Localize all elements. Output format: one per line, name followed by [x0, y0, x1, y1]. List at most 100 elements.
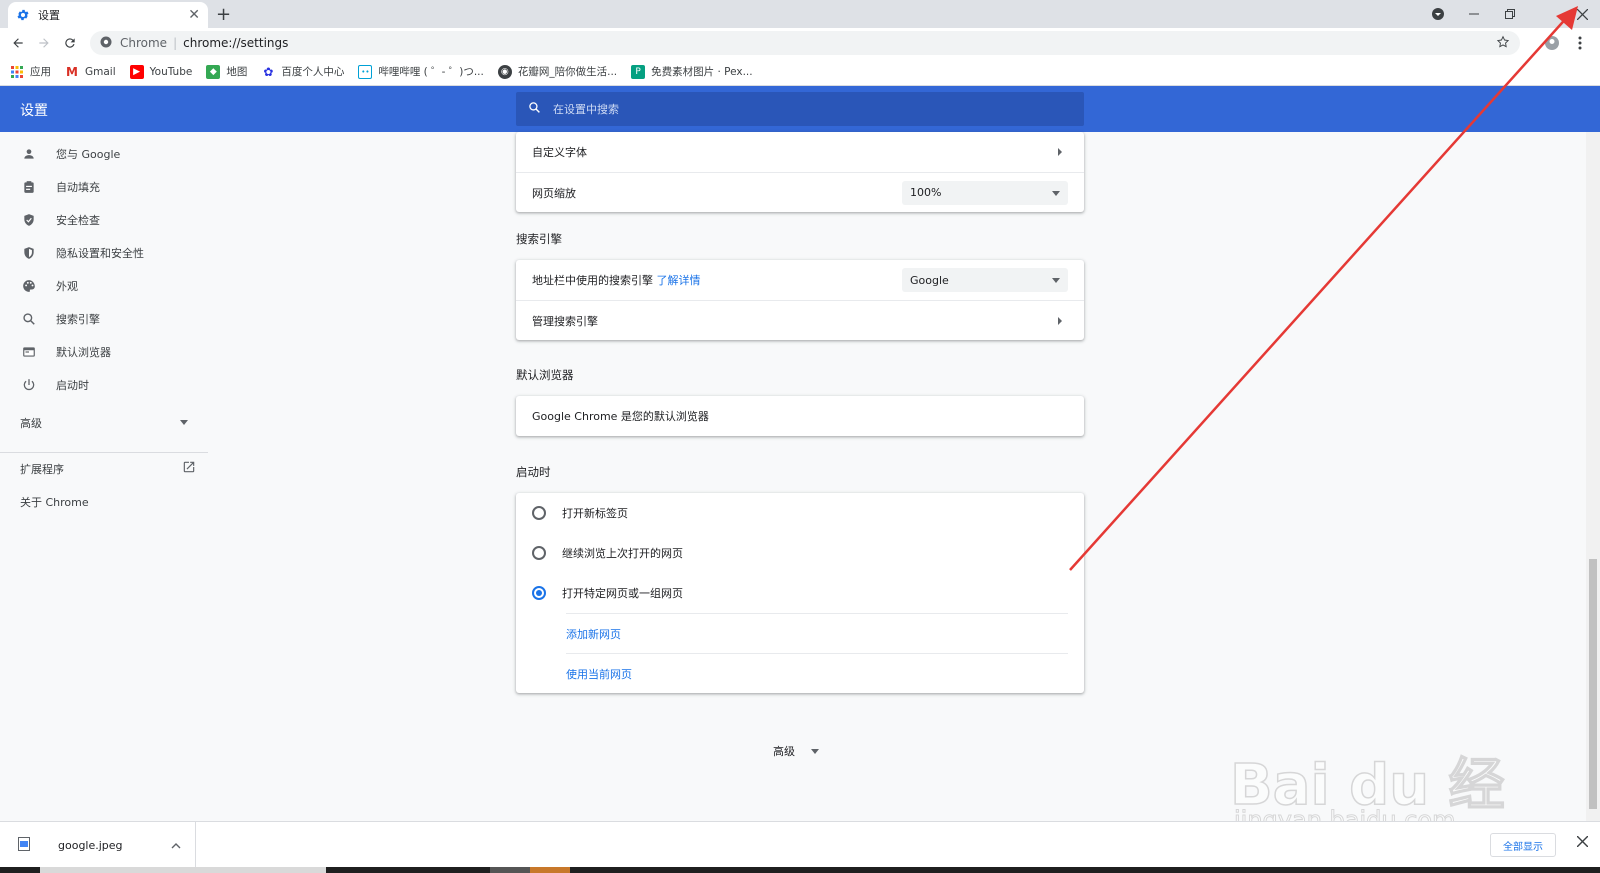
settings-search[interactable]	[516, 92, 1084, 126]
default-browser-card: Google Chrome 是您的默认浏览器	[516, 396, 1084, 436]
search-icon	[20, 310, 38, 328]
person-icon	[20, 145, 38, 163]
bookmark-label: 应用	[30, 66, 51, 78]
startup-option-specific-pages[interactable]: 打开特定网页或一组网页	[516, 573, 1084, 613]
reload-icon[interactable]	[60, 33, 80, 53]
sidebar-item-on-startup[interactable]: 启动时	[0, 368, 208, 401]
sidebar-advanced-label: 高级	[20, 416, 42, 430]
add-new-page-row: 添加新网页	[566, 613, 1068, 653]
close-download-bar-icon[interactable]	[1576, 835, 1589, 850]
bookmark-label: 百度个人中心	[281, 66, 345, 78]
advanced-label: 高级	[773, 745, 795, 758]
browser-window-icon	[20, 343, 38, 361]
search-engine-select[interactable]: Google	[902, 268, 1068, 292]
settings-sidebar: 您与 Google 自动填充 安全检查 隐私设置和安全性 外观 搜索引擎 默认浏…	[0, 132, 208, 822]
close-tab-icon[interactable]: ✕	[188, 7, 200, 23]
power-icon	[20, 376, 38, 394]
clipboard-icon	[20, 178, 38, 196]
manage-search-engines-row[interactable]: 管理搜索引擎	[516, 300, 1084, 340]
address-bar[interactable]: Chrome | chrome://settings	[90, 31, 1520, 55]
dropdown-caret-icon	[1052, 190, 1060, 196]
sidebar-extensions-link[interactable]: 扩展程序	[20, 460, 196, 477]
chevron-right-icon	[1058, 316, 1062, 325]
sidebar-item-safety-check[interactable]: 安全检查	[0, 203, 208, 236]
open-in-new-icon	[182, 460, 196, 477]
chevron-down-icon	[811, 748, 819, 754]
account-avatar-icon[interactable]	[1542, 33, 1562, 53]
sidebar-advanced-toggle[interactable]: 高级	[0, 406, 208, 439]
baidu-watermark: Bai du 经验 jingyan.baidu.com	[1229, 706, 1530, 873]
startup-option-new-tab[interactable]: 打开新标签页	[516, 493, 1084, 533]
bookmark-apps[interactable]: 应用	[10, 64, 51, 79]
chevron-up-icon[interactable]	[171, 839, 181, 852]
page-zoom-select[interactable]: 100%	[902, 180, 1068, 205]
new-tab-button[interactable]: +	[216, 4, 231, 25]
bilibili-tv-icon: ••	[358, 64, 373, 79]
more-menu-icon[interactable]	[1570, 33, 1590, 53]
back-icon[interactable]	[8, 33, 28, 53]
download-item[interactable]: google.jpeg	[0, 822, 196, 868]
show-all-downloads-button[interactable]: 全部显示	[1490, 833, 1556, 857]
sidebar-item-default-browser[interactable]: 默认浏览器	[0, 335, 208, 368]
startup-option-continue[interactable]: 继续浏览上次打开的网页	[516, 533, 1084, 573]
address-bar-engine-label: 地址栏中使用的搜索引擎	[532, 274, 653, 287]
huaban-icon: ◉	[497, 64, 512, 79]
tab-strip: 设置 ✕ +	[0, 0, 1600, 28]
bookmark-gmail[interactable]: M Gmail	[65, 65, 116, 79]
pexels-icon: P	[631, 64, 646, 79]
sidebar-item-you-and-google[interactable]: 您与 Google	[0, 137, 208, 170]
radio-button-selected[interactable]	[532, 586, 546, 600]
bookmark-label: 免费素材图片 · Pex...	[651, 66, 753, 78]
sidebar-item-privacy[interactable]: 隐私设置和安全性	[0, 236, 208, 269]
bookmarks-bar: 应用 M Gmail ▶ YouTube ◆ 地图 ✿ 百度个人中心 •• 哔哩…	[0, 58, 1600, 86]
minimize-button[interactable]	[1456, 0, 1492, 28]
advanced-toggle-button[interactable]: 高级	[773, 743, 819, 759]
page-scrollbar[interactable]	[1586, 132, 1600, 822]
search-engine-value: Google	[910, 273, 949, 287]
apps-grid-icon	[10, 65, 24, 79]
default-browser-row: Google Chrome 是您的默认浏览器	[516, 396, 1084, 436]
use-current-pages-link[interactable]: 使用当前网页	[566, 666, 632, 682]
sidebar-item-appearance[interactable]: 外观	[0, 269, 208, 302]
bookmark-baidu[interactable]: ✿ 百度个人中心	[261, 64, 344, 79]
sidebar-item-label: 外观	[56, 279, 78, 293]
settings-search-input[interactable]	[553, 102, 1033, 116]
sidebar-item-search-engine[interactable]: 搜索引擎	[0, 302, 208, 335]
scrollbar-thumb[interactable]	[1589, 559, 1597, 809]
search-engine-card: 地址栏中使用的搜索引擎 了解详情 Google 管理搜索引擎	[516, 260, 1084, 340]
on-startup-section-title: 启动时	[516, 465, 551, 479]
address-separator: |	[173, 36, 178, 50]
page-zoom-label: 网页缩放	[532, 186, 576, 200]
sidebar-item-label: 默认浏览器	[56, 345, 111, 359]
learn-more-link[interactable]: 了解详情	[657, 274, 701, 287]
bookmark-maps[interactable]: ◆ 地图	[206, 64, 247, 79]
sidebar-about-chrome[interactable]: 关于 Chrome	[20, 494, 89, 510]
appearance-card: 自定义字体 网页缩放 100%	[516, 132, 1084, 212]
custom-fonts-label: 自定义字体	[532, 146, 587, 159]
settings-header: 设置	[0, 86, 1600, 132]
shield-icon	[20, 244, 38, 262]
custom-fonts-row[interactable]: 自定义字体	[516, 132, 1084, 172]
radio-button[interactable]	[532, 506, 546, 520]
os-taskbar	[0, 867, 1600, 873]
bookmark-huaban[interactable]: ◉ 花瓣网_陪你做生活...	[497, 64, 617, 79]
profile-menu-icon[interactable]	[1420, 0, 1456, 28]
add-new-page-link[interactable]: 添加新网页	[566, 626, 621, 642]
bookmark-pexels[interactable]: P 免费素材图片 · Pex...	[631, 64, 753, 79]
bookmark-bilibili[interactable]: •• 哔哩哔哩 ( ゜- ゜)つ...	[358, 64, 484, 79]
bookmark-label: Gmail	[85, 65, 116, 78]
tab-settings[interactable]: 设置 ✕	[8, 2, 208, 28]
bookmark-label: 哔哩哔哩 ( ゜- ゜)つ...	[378, 66, 484, 78]
sidebar-item-label: 启动时	[56, 378, 89, 392]
close-window-button[interactable]	[1564, 0, 1600, 28]
forward-icon[interactable]	[34, 33, 54, 53]
restore-button[interactable]	[1492, 0, 1528, 28]
startup-option-label: 打开新标签页	[562, 507, 628, 520]
radio-button[interactable]	[532, 546, 546, 560]
bookmark-youtube[interactable]: ▶ YouTube	[129, 64, 192, 79]
bookmark-star-icon[interactable]	[1496, 35, 1510, 52]
default-browser-section-title: 默认浏览器	[516, 368, 574, 382]
dropdown-caret-icon	[1052, 278, 1060, 283]
chevron-down-icon	[180, 420, 188, 425]
sidebar-item-autofill[interactable]: 自动填充	[0, 170, 208, 203]
